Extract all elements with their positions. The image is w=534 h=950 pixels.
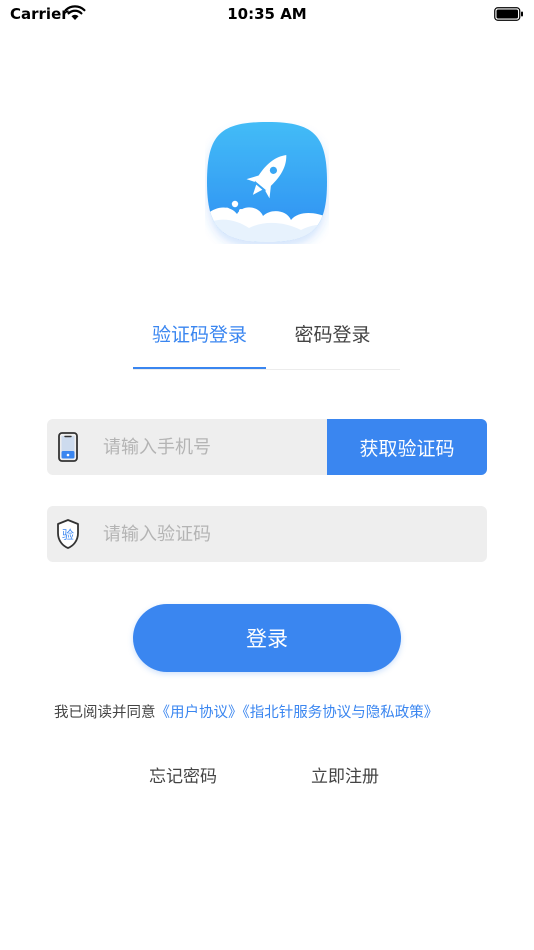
status-bar: Carrier 10:35 AM (0, 0, 534, 28)
tab-sms-login[interactable]: 验证码登录 (133, 318, 266, 369)
agreement-prefix: 我已阅读并同意 (54, 705, 156, 721)
phone-icon (58, 432, 78, 462)
forgot-password-link[interactable]: 忘记密码 (149, 762, 217, 787)
verify-shield-icon: 验 (57, 519, 79, 549)
battery-icon (494, 7, 523, 21)
privacy-policy-link[interactable]: 《指北针服务协议与隐私政策》 (243, 705, 439, 721)
phone-input[interactable] (103, 419, 323, 475)
login-mode-tabs: 验证码登录 密码登录 (133, 318, 400, 370)
user-agreement-link[interactable]: 《用户协议》 (156, 705, 243, 721)
verification-code-field: 验 (47, 506, 487, 562)
app-logo (207, 122, 327, 242)
status-time: 10:35 AM (227, 5, 307, 23)
phone-field: 获取验证码 (47, 419, 487, 475)
login-button[interactable]: 登录 (133, 604, 401, 672)
agreement-text: 我已阅读并同意《用户协议》《指北针服务协议与隐私政策》 (54, 704, 474, 723)
active-tab-indicator (133, 367, 266, 369)
tab-password-login[interactable]: 密码登录 (266, 318, 399, 369)
verification-code-input[interactable] (103, 506, 473, 562)
register-link[interactable]: 立即注册 (311, 762, 379, 787)
verify-shield-glyph: 验 (62, 527, 74, 542)
get-code-button[interactable]: 获取验证码 (327, 419, 487, 475)
